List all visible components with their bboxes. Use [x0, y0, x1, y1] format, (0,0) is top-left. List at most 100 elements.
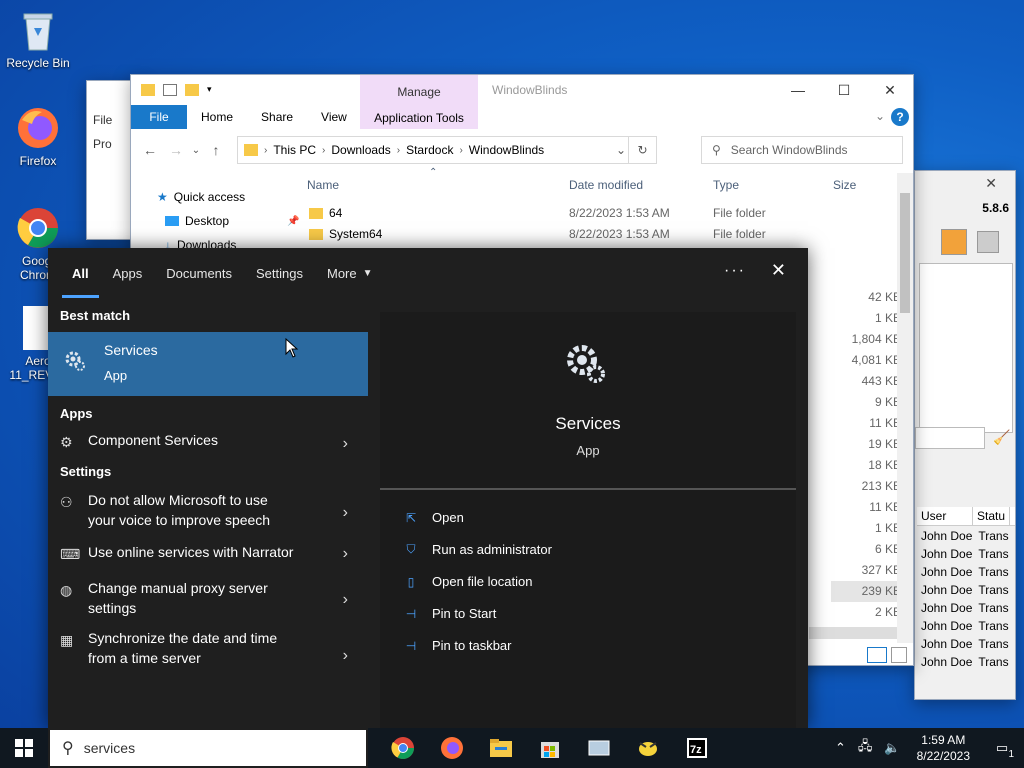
start-search-panel: All Apps Documents Settings More ▼ ··· ✕ … — [48, 248, 808, 728]
tab-home[interactable]: Home — [187, 110, 247, 124]
breadcrumb-stardock[interactable]: Stardock — [406, 143, 453, 157]
column-header-user[interactable]: User — [917, 507, 973, 525]
minimize-button[interactable]: — — [775, 75, 821, 105]
scrollbar-thumb[interactable] — [900, 193, 910, 313]
more-options-icon[interactable]: ··· — [724, 262, 746, 280]
table-row[interactable]: John Doe Trans — [921, 529, 1009, 543]
breadcrumb-this-pc[interactable]: This PC — [273, 143, 316, 157]
table-header: User Statu — [917, 507, 1015, 526]
recent-chevron-icon[interactable]: ⌄ — [189, 145, 203, 156]
column-header-size[interactable]: Size — [833, 178, 856, 192]
table-row[interactable]: John Doe Trans — [921, 547, 1009, 561]
best-match-services[interactable]: Services App — [48, 332, 368, 396]
vertical-scrollbar[interactable] — [897, 173, 913, 643]
nav-item-quick-access[interactable]: ★ Quick access — [131, 185, 301, 209]
network-icon[interactable]: 🖧 — [852, 737, 879, 759]
chevron-right-icon[interactable]: › — [343, 544, 348, 564]
folder-icon — [309, 207, 323, 219]
desktop-icon-firefox[interactable]: Firefox — [0, 106, 76, 168]
clock[interactable]: 1:59 AM 8/22/2023 — [907, 732, 980, 764]
table-row[interactable]: John Doe Trans — [921, 583, 1009, 597]
clock-time: 1:59 AM — [921, 733, 966, 747]
broom-icon[interactable]: 🧹 — [993, 429, 1010, 446]
action-run-as-admin[interactable]: ⛉ Run as administrator — [402, 542, 551, 557]
chevron-down-icon[interactable]: ▾ — [207, 84, 212, 96]
new-folder-icon[interactable] — [185, 84, 199, 96]
result-time-setting[interactable]: ▦ Synchronize the date and time from a t… — [48, 628, 368, 684]
list-item[interactable]: System64 8/22/2023 1:53 AM File folder — [309, 224, 766, 244]
upload-icon[interactable] — [941, 229, 967, 255]
chevron-up-icon[interactable]: ⌃ — [829, 740, 852, 756]
notification-icon[interactable]: ▭ 1 — [980, 740, 1024, 760]
size-cell: 18 KB — [868, 458, 901, 472]
action-open-file-location[interactable]: ▯ Open file location — [402, 574, 533, 589]
table-row[interactable]: John Doe Trans — [921, 601, 1009, 615]
trash-icon[interactable] — [977, 231, 999, 253]
result-proxy-setting[interactable]: ◍ Change manual proxy server settings › — [48, 572, 368, 628]
volume-icon[interactable]: 🔈 — [878, 740, 906, 756]
back-arrow-icon[interactable]: ← — [137, 142, 163, 158]
help-icon[interactable]: ? — [891, 108, 909, 126]
column-header-type[interactable]: Type — [713, 178, 739, 192]
close-icon[interactable]: ✕ — [985, 175, 997, 192]
app-icon[interactable] — [574, 728, 623, 768]
chevron-right-icon[interactable]: › — [343, 503, 348, 523]
address-bar[interactable]: › This PC › Downloads › Stardock › Windo… — [237, 136, 657, 164]
speech-icon: ⚇ — [60, 494, 73, 510]
action-pin-to-start[interactable]: ⊣ Pin to Start — [402, 606, 497, 621]
properties-icon[interactable] — [163, 84, 177, 96]
tab-settings[interactable]: Settings — [244, 248, 315, 298]
tab-file[interactable]: File — [131, 105, 187, 129]
taskbar-search-input[interactable]: ⚲ services — [48, 728, 368, 768]
list-item[interactable]: 64 8/22/2023 1:53 AM File folder — [309, 203, 766, 223]
close-button[interactable]: ✕ — [867, 75, 913, 105]
folder-icon[interactable] — [141, 84, 155, 96]
chevron-right-icon[interactable]: › — [343, 646, 348, 666]
close-icon[interactable]: ✕ — [771, 260, 786, 281]
breadcrumb-windowblinds[interactable]: WindowBlinds — [469, 143, 544, 157]
file-explorer-icon[interactable] — [476, 728, 525, 768]
chevron-right-icon[interactable]: › — [343, 590, 348, 610]
large-icons-view-icon[interactable] — [891, 647, 907, 663]
firefox-icon[interactable] — [427, 728, 476, 768]
chrome-icon[interactable] — [378, 728, 427, 768]
column-header-name[interactable]: Name — [307, 178, 339, 192]
forward-arrow-icon[interactable]: → — [163, 142, 189, 158]
tab-view[interactable]: View — [307, 110, 361, 124]
windowblinds-icon[interactable] — [623, 728, 672, 768]
tab-share[interactable]: Share — [247, 110, 307, 124]
tab-documents[interactable]: Documents — [154, 248, 244, 298]
table-row[interactable]: John Doe Trans — [921, 565, 1009, 579]
result-component-services[interactable]: ⚙ Component Services › — [48, 430, 368, 458]
chevron-right-icon[interactable]: › — [343, 434, 348, 454]
action-pin-to-taskbar[interactable]: ⊣ Pin to taskbar — [402, 638, 512, 653]
table-row[interactable]: John Doe Trans — [921, 619, 1009, 633]
breadcrumb-downloads[interactable]: Downloads — [331, 143, 390, 157]
maximize-button[interactable]: ☐ — [821, 75, 867, 105]
horizontal-scrollbar[interactable] — [809, 627, 897, 639]
column-header-date[interactable]: Date modified — [569, 178, 643, 192]
address-dropdown-icon[interactable]: ⌄ — [616, 143, 626, 157]
action-open[interactable]: ⇱ Open — [402, 510, 464, 525]
result-narrator-setting[interactable]: ⌨ Use online services with Narrator › — [48, 536, 368, 572]
store-icon[interactable] — [525, 728, 574, 768]
explorer-search-input[interactable]: ⚲ Search WindowBlinds — [701, 136, 903, 164]
table-row[interactable]: John Doe Trans — [921, 637, 1009, 651]
desktop-icon-recycle-bin[interactable]: Recycle Bin — [0, 8, 76, 70]
up-arrow-icon[interactable]: ↑ — [203, 142, 229, 158]
refresh-icon[interactable]: ↻ — [628, 137, 656, 163]
result-voice-setting[interactable]: ⚇ Do not allow Microsoft to use your voi… — [48, 490, 368, 536]
nav-item-desktop[interactable]: Desktop 📌 — [131, 209, 301, 233]
7zip-icon[interactable]: 7z — [672, 728, 721, 768]
tab-apps[interactable]: Apps — [101, 248, 155, 298]
background-window-right[interactable]: ✕ 5.8.6 🧹 User Statu John Doe Trans John … — [914, 170, 1016, 700]
start-button[interactable] — [0, 728, 48, 768]
tab-more[interactable]: More ▼ — [315, 248, 385, 298]
details-view-icon[interactable] — [867, 647, 887, 663]
column-header-status[interactable]: Statu — [973, 507, 1011, 525]
text-field[interactable] — [915, 427, 985, 449]
table-row[interactable]: John Doe Trans — [921, 655, 1009, 669]
expand-ribbon-icon[interactable]: ⌄ — [875, 109, 885, 123]
tab-all[interactable]: All — [60, 248, 101, 298]
section-header-apps: Apps — [60, 406, 93, 421]
